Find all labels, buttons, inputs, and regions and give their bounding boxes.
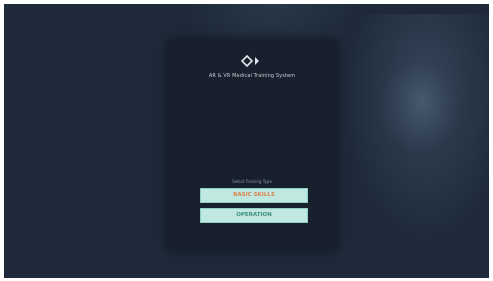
training-type-label: Select Training Type bbox=[232, 179, 272, 184]
app-title: AR & VR Medical Training System bbox=[208, 73, 296, 79]
diamond-arrows-icon bbox=[241, 55, 259, 67]
operation-button[interactable]: OPERATION bbox=[200, 208, 308, 223]
background-surgeon-head bbox=[379, 64, 464, 159]
basic-skills-button[interactable]: BASIC SKILLS bbox=[200, 188, 308, 203]
app-window: AR & VR Medical Training System Select T… bbox=[4, 4, 489, 278]
login-panel: AR & VR Medical Training System Select T… bbox=[168, 40, 336, 250]
